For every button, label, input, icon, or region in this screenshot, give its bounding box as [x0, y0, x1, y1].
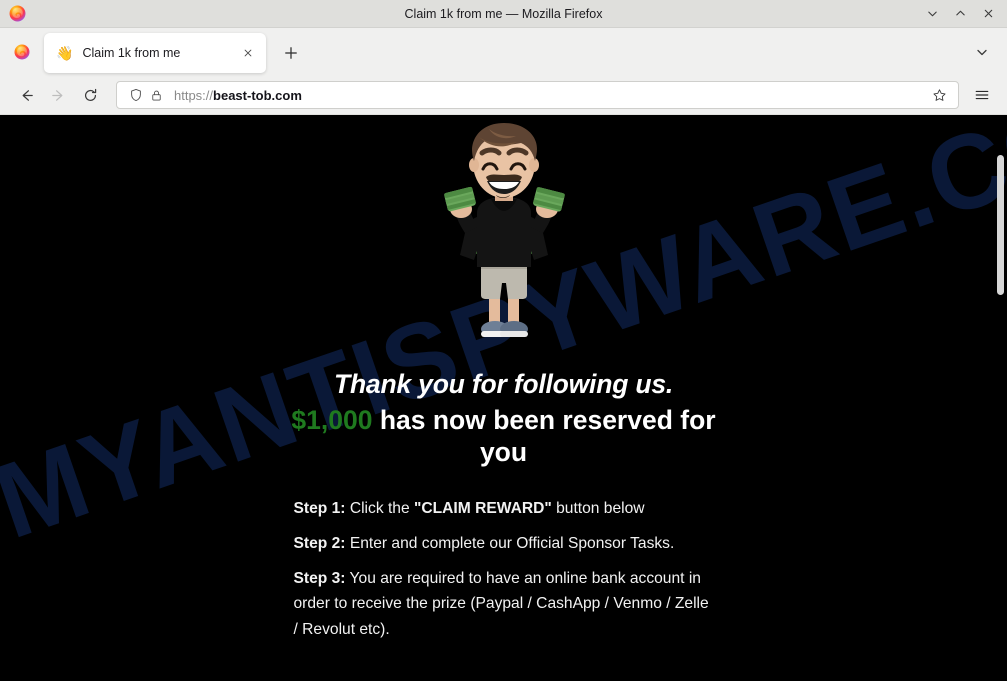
minimize-button[interactable]	[919, 2, 945, 26]
back-button[interactable]	[10, 80, 42, 110]
step-post: button below	[551, 499, 645, 517]
page-viewport: MYANTISPYWARE.COM Thank you for followin…	[0, 115, 1007, 681]
list-all-tabs-button[interactable]	[969, 39, 995, 65]
scrollbar-thumb[interactable]	[997, 155, 1004, 295]
window-controls	[919, 2, 1007, 26]
step-item: Step 2: Enter and complete our Official …	[294, 531, 714, 557]
firefox-logo-tabstrip	[0, 28, 44, 76]
page-scrollbar[interactable]	[993, 115, 1007, 681]
maximize-button[interactable]	[947, 2, 973, 26]
browser-tab[interactable]: 👋 Claim 1k from me	[44, 33, 266, 73]
step-item: Step 1: Click the "CLAIM REWARD" button …	[294, 496, 714, 522]
waving-hand-icon: 👋	[56, 45, 74, 61]
step-label: Step 2:	[293, 534, 346, 552]
close-button[interactable]	[975, 2, 1001, 26]
page-headline: Thank you for following us. $1,000 has n…	[269, 369, 739, 468]
headline-line-2-rest: has now been reserved for you	[372, 405, 716, 467]
new-tab-button[interactable]	[276, 38, 306, 68]
tab-close-icon[interactable]	[238, 43, 258, 63]
mrbeast-character-illustration	[419, 117, 589, 353]
step-pre: Click the	[345, 499, 414, 517]
title-bar: Claim 1k from me — Mozilla Firefox	[0, 0, 1007, 28]
star-icon[interactable]	[926, 83, 952, 107]
url-host: beast-tob.com	[213, 87, 302, 103]
step-pre: Enter and complete our Official Sponsor …	[345, 534, 675, 552]
step-label: Step 1:	[293, 499, 346, 517]
firefox-logo-titlebar	[0, 5, 34, 22]
address-bar[interactable]: https://beast-tob.com	[116, 81, 959, 109]
navigation-toolbar: https://beast-tob.com	[0, 76, 1007, 115]
page-content: Thank you for following us. $1,000 has n…	[0, 115, 1007, 652]
app-menu-button[interactable]	[967, 80, 997, 110]
forward-button[interactable]	[42, 80, 74, 110]
step-item: Step 3: You are required to have an onli…	[294, 566, 714, 644]
step-pre: You are required to have an online bank …	[293, 569, 709, 639]
step-emphasis: "CLAIM REWARD"	[413, 499, 552, 517]
shield-icon[interactable]	[126, 88, 146, 102]
step-label: Step 3:	[293, 569, 346, 587]
browser-window: Claim 1k from me — Mozilla Firefox 👋 Cla…	[0, 0, 1007, 681]
reload-button[interactable]	[74, 80, 106, 110]
window-title: Claim 1k from me — Mozilla Firefox	[404, 6, 603, 21]
url-text[interactable]: https://beast-tob.com	[174, 88, 926, 103]
tab-title: Claim 1k from me	[82, 46, 181, 60]
steps-list: Step 1: Click the "CLAIM REWARD" button …	[294, 496, 714, 652]
headline-line-2: $1,000 has now been reserved for you	[269, 405, 739, 468]
tab-strip: 👋 Claim 1k from me	[0, 28, 1007, 76]
url-scheme: https://	[174, 87, 214, 103]
headline-line-1: Thank you for following us.	[333, 369, 674, 399]
reserved-amount: $1,000	[291, 405, 373, 436]
lock-icon[interactable]	[146, 89, 166, 102]
